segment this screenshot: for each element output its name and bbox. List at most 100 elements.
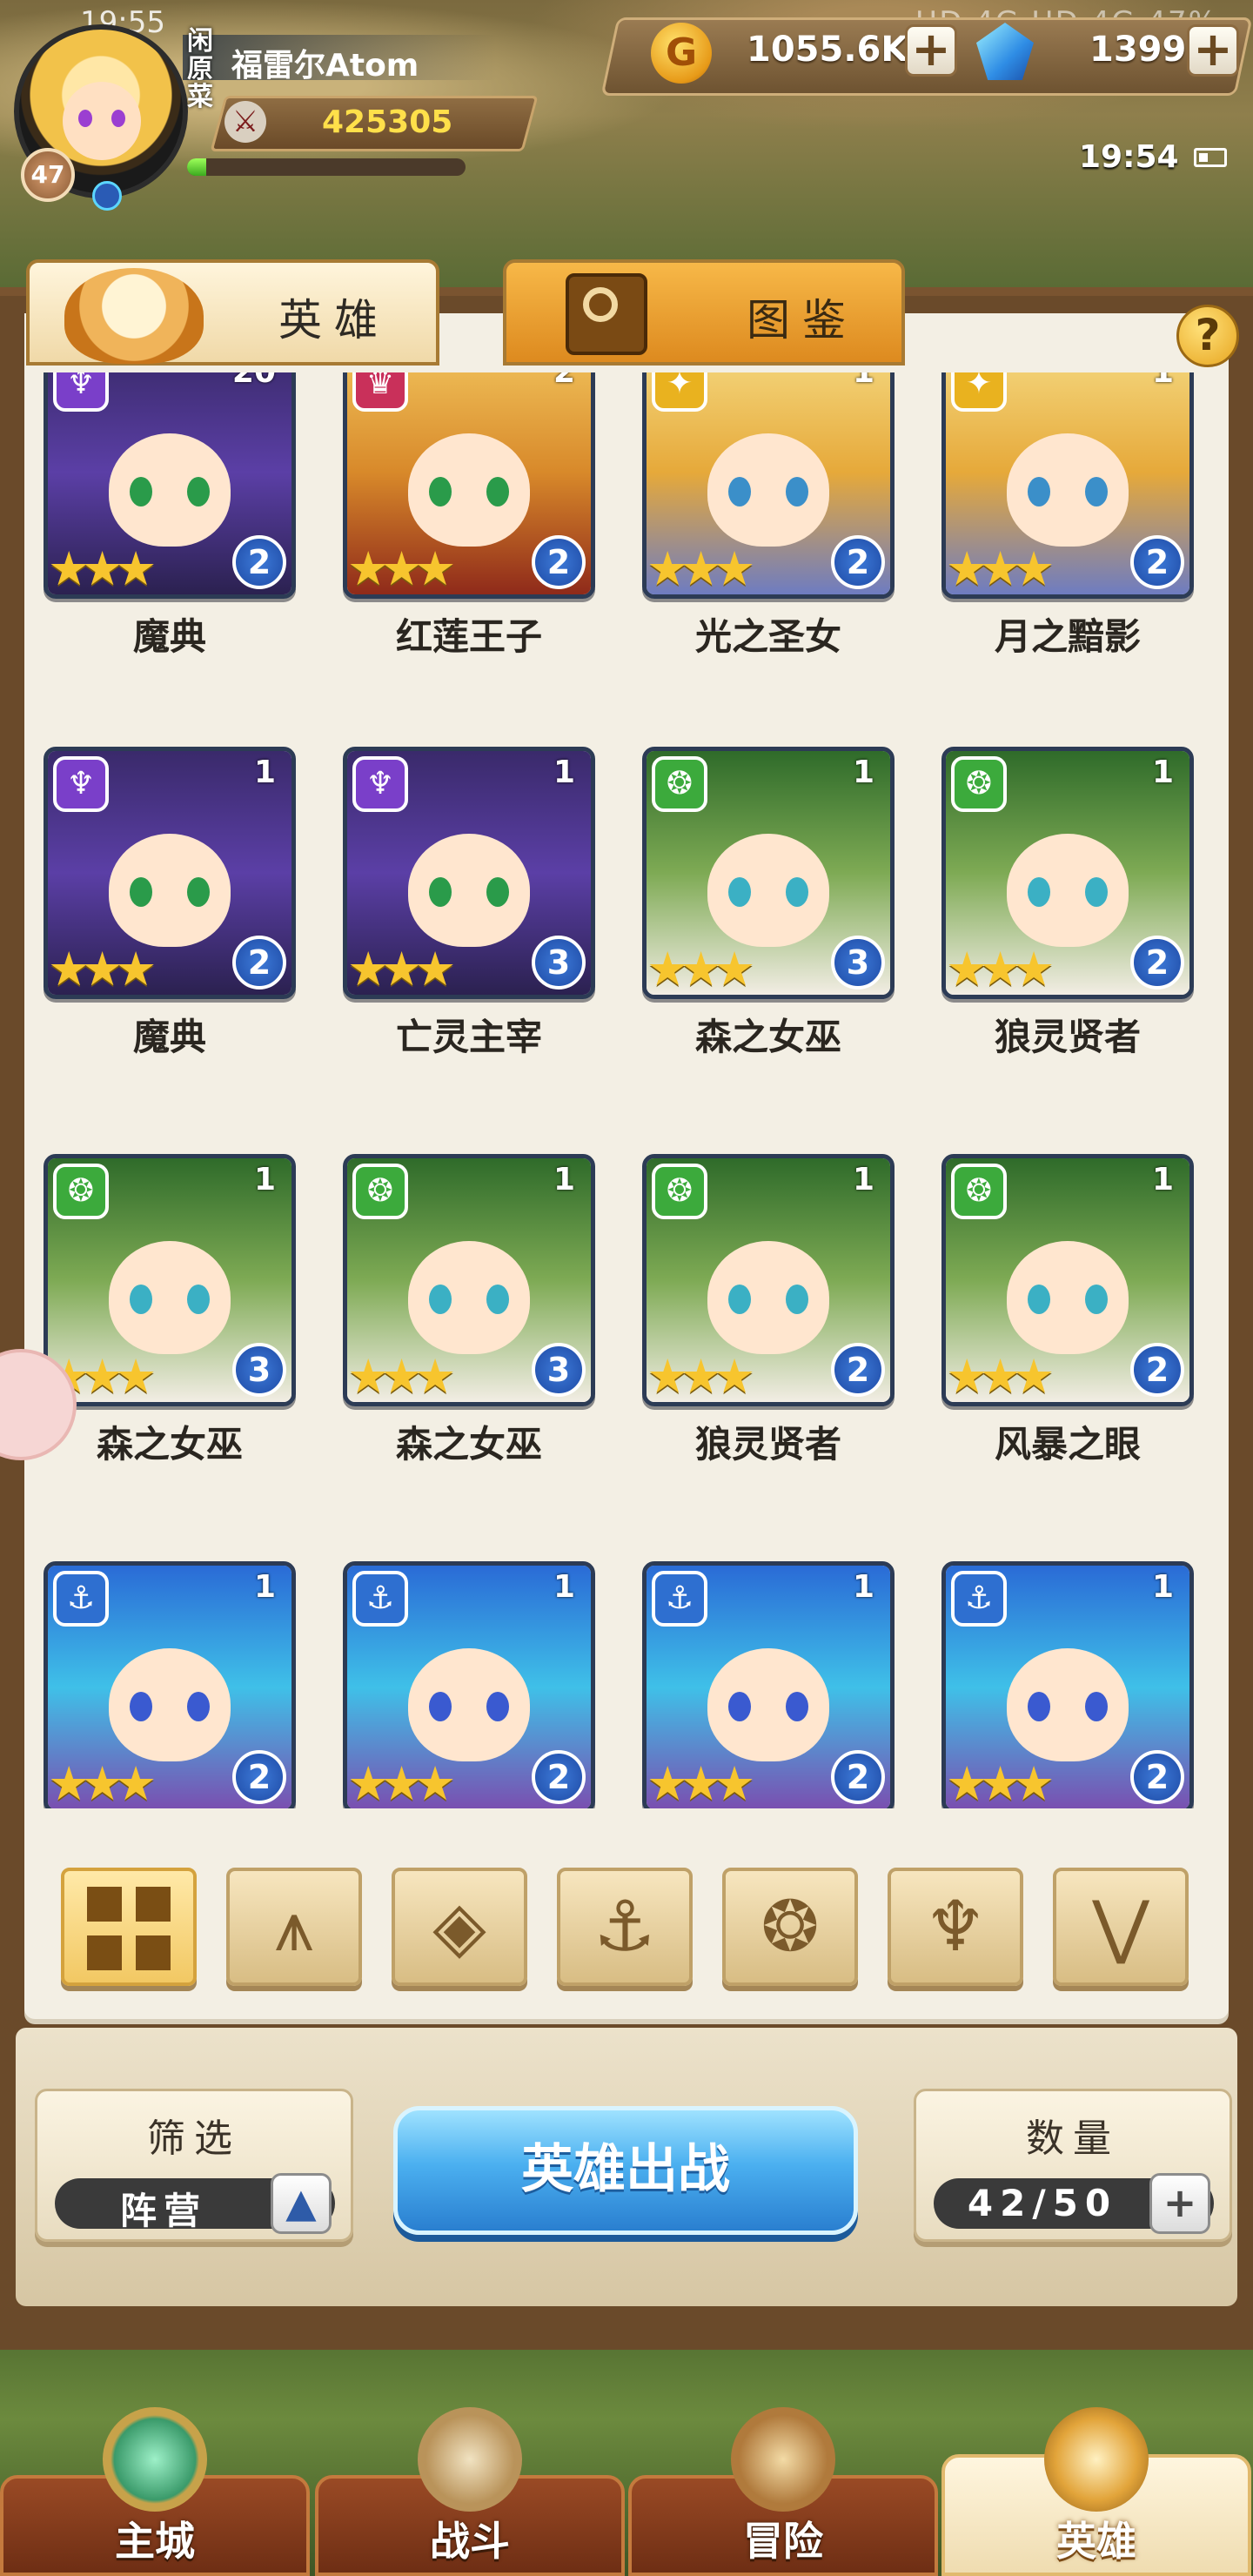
hero-tier-badge: 3 bbox=[532, 936, 586, 989]
filter-toggle-button[interactable]: ▲ bbox=[271, 2173, 332, 2234]
faction-filter-tab[interactable]: ◈ bbox=[392, 1868, 527, 1986]
exp-bar-fill bbox=[187, 158, 207, 176]
count-value: 42/50 bbox=[967, 2182, 1118, 2224]
hero-card[interactable]: ♆ 1 ★★★ 2 魔典 bbox=[24, 747, 296, 1058]
star-icon: ★ bbox=[413, 1756, 457, 1808]
tab-codex-label: 图鉴 bbox=[747, 295, 858, 345]
diamond-faction-icon: ◈ bbox=[432, 1886, 486, 1967]
hero-card[interactable]: ♛ 2 ★★★ 2 红莲王子 bbox=[324, 372, 595, 658]
hero-card[interactable]: ❂ 1 ★★★ 2 狼灵贤者 bbox=[623, 1154, 895, 1466]
hero-name: 风暴之眼 bbox=[994, 1423, 1141, 1466]
faction-filter-tab[interactable] bbox=[61, 1868, 197, 1986]
hero-portrait[interactable]: ♛ 2 ★★★ 2 bbox=[343, 372, 595, 599]
nav-tab[interactable]: 主城 bbox=[0, 2407, 310, 2576]
hero-helmet-icon bbox=[1044, 2407, 1149, 2512]
game-clock: 19:54 bbox=[1079, 139, 1179, 175]
deploy-heroes-button[interactable]: 英雄出战 bbox=[393, 2106, 858, 2235]
hero-card[interactable]: ⚓ 1 ★★★ 2 bbox=[24, 1561, 296, 1808]
gem-value: 1399 bbox=[1089, 30, 1187, 70]
hero-card[interactable]: ♆ 20 ★★★ 2 魔典 bbox=[24, 372, 296, 658]
star-icon: ★ bbox=[413, 541, 457, 596]
hero-eye bbox=[786, 1285, 808, 1314]
hero-portrait[interactable]: ✦ 1 ★★★ 2 bbox=[941, 372, 1194, 599]
hero-face bbox=[109, 1241, 231, 1354]
nav-tab[interactable]: 英雄 bbox=[941, 2407, 1251, 2576]
hero-card[interactable]: ⚓ 1 ★★★ 2 bbox=[922, 1561, 1194, 1808]
star-icon: ★ bbox=[114, 1349, 157, 1404]
player-panel[interactable]: 福雷尔Atom 闲原菜 47 ⚔ 425305 bbox=[9, 9, 539, 211]
castle-icon bbox=[103, 2407, 207, 2512]
hero-name: 魔典 bbox=[132, 615, 206, 658]
hero-portrait[interactable]: ⚓ 1 ★★★ 2 bbox=[941, 1561, 1194, 1808]
hero-star-rating: ★★★ bbox=[946, 946, 1076, 995]
hero-card[interactable]: ♆ 1 ★★★ 3 亡灵主宰 bbox=[324, 747, 595, 1058]
hero-portrait[interactable]: ♆ 1 ★★★ 2 bbox=[44, 747, 296, 999]
hero-level: 1 bbox=[253, 755, 276, 790]
hero-tier-badge: 2 bbox=[831, 535, 885, 589]
help-button[interactable]: ? bbox=[1176, 305, 1239, 367]
hero-portrait[interactable]: ❂ 1 ★★★ 2 bbox=[642, 1154, 895, 1406]
hero-face bbox=[109, 433, 231, 547]
count-box: 数量 42/50 + bbox=[914, 2089, 1232, 2242]
avatar-eye bbox=[78, 110, 92, 127]
add-gems-button[interactable]: + bbox=[1187, 24, 1239, 77]
hero-face bbox=[1007, 1648, 1129, 1761]
hero-card[interactable]: ❂ 1 ★★★ 3 森之女巫 bbox=[623, 747, 895, 1058]
hero-card[interactable]: ✦ 1 ★★★ 2 月之黯影 bbox=[922, 372, 1194, 658]
faction-filter-tab[interactable]: ❂ bbox=[722, 1868, 858, 1986]
hero-portrait[interactable]: ♆ 20 ★★★ 2 bbox=[44, 372, 296, 599]
hero-name: 森之女巫 bbox=[395, 1423, 542, 1466]
hero-tier-badge: 2 bbox=[1130, 936, 1184, 989]
tab-codex[interactable]: 图鉴 bbox=[503, 259, 905, 366]
hero-portrait[interactable]: ♆ 1 ★★★ 3 bbox=[343, 747, 595, 999]
hero-card[interactable]: ⚓ 1 ★★★ 2 bbox=[623, 1561, 895, 1808]
hero-star-rating: ★★★ bbox=[48, 946, 178, 995]
hero-card[interactable]: ❂ 1 ★★★ 2 狼灵贤者 bbox=[922, 747, 1194, 1058]
star-icon: ★ bbox=[114, 1756, 157, 1808]
faction-filter-tab[interactable]: ⩚ bbox=[226, 1868, 362, 1986]
shadow-faction-icon: ♆ bbox=[924, 1886, 987, 1967]
hero-face bbox=[707, 1648, 829, 1761]
tab-heroes[interactable]: 英雄 bbox=[26, 259, 439, 366]
faction-filter-tab[interactable]: ⋁ bbox=[1053, 1868, 1189, 1986]
hero-level: 1 bbox=[852, 1569, 874, 1605]
faction-filter-tab[interactable]: ⚓ bbox=[557, 1868, 693, 1986]
nav-tab[interactable]: 冒险 bbox=[628, 2407, 938, 2576]
hero-tier-badge: 3 bbox=[232, 1343, 286, 1397]
hero-name: 狼灵贤者 bbox=[694, 1423, 841, 1466]
hero-portrait[interactable]: ⚓ 1 ★★★ 2 bbox=[642, 1561, 895, 1808]
hero-card[interactable]: ✦ 1 ★★★ 2 光之圣女 bbox=[623, 372, 895, 658]
hero-portrait[interactable]: ❂ 1 ★★★ 2 bbox=[941, 747, 1194, 999]
faction-filter-tab[interactable]: ♆ bbox=[888, 1868, 1023, 1986]
action-bar: 筛选 阵营 ▲ 英雄出战 数量 42/50 + bbox=[0, 2028, 1253, 2324]
light-faction-icon: ✦ bbox=[652, 372, 707, 412]
hero-portrait[interactable]: ❂1★★★3 bbox=[343, 1154, 595, 1406]
hero-portrait[interactable]: ⚓ 1 ★★★ 2 bbox=[343, 1561, 595, 1808]
hero-eye bbox=[728, 877, 751, 907]
hero-star-rating: ★★★ bbox=[647, 1353, 777, 1402]
battery-icon bbox=[1194, 148, 1227, 167]
star-icon: ★ bbox=[413, 942, 457, 996]
hero-star-rating: ★★★ bbox=[946, 1761, 1076, 1808]
add-gold-button[interactable]: + bbox=[905, 24, 957, 77]
hero-eye bbox=[728, 477, 751, 506]
hero-portrait[interactable]: ⚓ 1 ★★★ 2 bbox=[44, 1561, 296, 1808]
hero-eye bbox=[429, 1285, 452, 1314]
hero-portrait[interactable]: ✦ 1 ★★★ 2 bbox=[642, 372, 895, 599]
hero-portrait[interactable]: ❂ 1 ★★★ 2 bbox=[941, 1154, 1194, 1406]
shadow-faction-icon: ♆ bbox=[53, 756, 109, 812]
hero-card[interactable]: ❂ 1 ★★★ 3 森之女巫 bbox=[324, 1154, 595, 1466]
star-icon: ★ bbox=[713, 1349, 756, 1404]
hero-card[interactable]: ❂ 1 ★★★ 2 风暴之眼 bbox=[922, 1154, 1194, 1466]
hero-star-rating: ★★★ bbox=[946, 1353, 1076, 1402]
expand-capacity-button[interactable]: + bbox=[1149, 2173, 1210, 2234]
hero-portrait[interactable]: ❂1★★★3 bbox=[642, 747, 895, 999]
hero-portrait[interactable]: ❂1★★★3 bbox=[44, 1154, 296, 1406]
hero-level: 1 bbox=[553, 1162, 575, 1197]
hero-card[interactable]: ⚓ 1 ★★★ 2 bbox=[324, 1561, 595, 1808]
filter-field[interactable]: 阵营 ▲ bbox=[55, 2173, 335, 2234]
nav-tab[interactable]: 战斗 bbox=[315, 2407, 625, 2576]
hero-face bbox=[109, 834, 231, 947]
beast-faction-icon: ❂ bbox=[951, 1164, 1007, 1219]
hero-level: 1 bbox=[1151, 1569, 1174, 1605]
